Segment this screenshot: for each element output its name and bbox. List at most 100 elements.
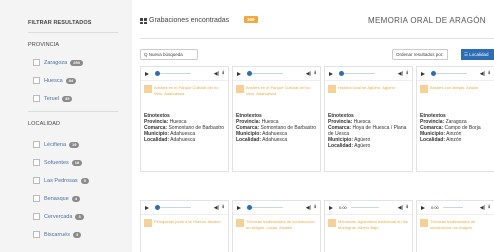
checkbox[interactable] — [33, 95, 40, 102]
checkbox[interactable] — [33, 195, 40, 202]
recording-card: ◀) ⭳ Arnales en el Parque Cultural del r… — [232, 66, 321, 172]
filter-label: Teruel — [44, 95, 59, 102]
filter-label: Sofuentes — [44, 159, 69, 166]
seek-thumb[interactable] — [339, 71, 344, 76]
play-icon[interactable] — [237, 205, 241, 210]
thumbnail-icon — [236, 85, 244, 93]
filter-province-huesca[interactable]: Huesca 84 — [33, 76, 77, 85]
checkbox[interactable] — [33, 159, 40, 166]
thumbnail-icon — [420, 85, 428, 93]
card-meta: Etnotextos Provincia: Huesca Comarca: So… — [144, 113, 228, 143]
play-icon[interactable] — [329, 71, 333, 76]
play-icon[interactable] — [421, 71, 425, 76]
download-icon[interactable]: ⭳ — [314, 70, 316, 78]
filter-sidebar: FILTRAR RESULTADOS PROVINCIA Zaragoza 25… — [0, 0, 132, 252]
volume-icon[interactable]: ◀) — [398, 205, 404, 211]
volume-icon[interactable]: ◀) — [214, 71, 220, 77]
card-title-link[interactable]: Historia local de Agüero. Agüero — [338, 85, 410, 91]
seek-bar[interactable] — [155, 205, 191, 210]
download-icon[interactable]: ⭳ — [222, 204, 224, 212]
volume-icon[interactable]: ◀) — [214, 205, 220, 211]
audio-player: ◀) ⭳ — [417, 67, 494, 81]
sort-label: Ordenar resultados por: — [392, 49, 448, 60]
seek-bar[interactable] — [247, 205, 283, 210]
volume-icon[interactable]: ◀) — [480, 205, 486, 211]
checkbox[interactable] — [33, 231, 40, 238]
filter-locality-3[interactable]: Benasque 4 — [33, 194, 81, 203]
thumbnail-icon — [144, 85, 152, 93]
thumbnail-icon — [144, 219, 152, 227]
card-title-link[interactable]: Arnales con abejas. Ainzón — [430, 85, 492, 91]
recording-card: ◀) ⭳ Técnicas tradicionales de construcc… — [232, 200, 321, 252]
checkbox[interactable] — [33, 141, 40, 148]
thumbnail-icon — [236, 219, 244, 227]
count-badge: 3 — [75, 213, 84, 220]
seek-bar[interactable] — [247, 71, 283, 76]
localidad-label: Localidad: — [328, 143, 354, 149]
filter-locality-2[interactable]: Las Pedrosas 5 — [33, 176, 89, 185]
seek-bar[interactable] — [350, 207, 379, 208]
download-icon[interactable]: ⭳ — [406, 70, 408, 78]
card-title-link[interactable]: Arnales en el Parque Cultural del río Ve… — [154, 85, 226, 96]
checkbox[interactable] — [33, 77, 40, 84]
seek-bar[interactable] — [431, 71, 467, 76]
card-meta: Etnotextos Provincia: Zaragoza Comarca: … — [420, 113, 494, 143]
play-icon[interactable] — [237, 71, 241, 76]
seek-thumb[interactable] — [247, 205, 252, 210]
count-badge: 19 — [69, 141, 80, 148]
card-title-link[interactable]: Técnicas tradicionales de construcción e… — [430, 219, 492, 230]
localidad-value: Adahuesca — [170, 137, 196, 143]
filter-province-teruel[interactable]: Teruel 35 — [33, 94, 73, 103]
seek-bar[interactable] — [339, 71, 375, 76]
volume-icon[interactable]: ◀) — [306, 205, 312, 211]
volume-icon[interactable]: ◀) — [398, 71, 404, 77]
audio-player: ◀) ⭳ — [233, 201, 320, 215]
site-title: MEMORIA ORAL DE ARAGÓN — [368, 16, 486, 25]
seek-bar[interactable] — [442, 207, 463, 208]
filter-label: Lécifiena — [44, 141, 67, 148]
play-icon[interactable] — [329, 205, 333, 210]
checkbox[interactable] — [33, 177, 40, 184]
download-icon[interactable]: ⭳ — [488, 70, 490, 78]
volume-icon[interactable]: ◀) — [480, 71, 486, 77]
download-icon[interactable]: ⭳ — [406, 204, 408, 212]
filter-locality-1[interactable]: Sofuentes 18 — [33, 158, 83, 167]
filter-locality-4[interactable]: Cervercada 3 — [33, 212, 84, 221]
grid-icon — [140, 18, 147, 24]
filter-locality-5[interactable]: Biscarrués 3 — [33, 230, 82, 239]
download-icon[interactable]: ⭳ — [222, 70, 224, 78]
thumbnail-icon — [328, 85, 336, 93]
seek-thumb[interactable] — [431, 71, 436, 76]
divider — [28, 111, 118, 112]
checkbox[interactable] — [33, 213, 40, 220]
checkbox[interactable] — [33, 59, 40, 66]
card-title-link[interactable]: Técnicas tradicionales de construcción e… — [246, 219, 318, 230]
divider — [140, 38, 494, 39]
count-badge: 4 — [71, 195, 81, 202]
card-title-link[interactable]: Memorias. Agricultura tradicional en los… — [338, 219, 410, 230]
play-icon[interactable] — [145, 205, 149, 210]
download-icon[interactable]: ⭳ — [488, 204, 490, 212]
audio-player: ◀) ⭳ — [325, 67, 412, 81]
seek-bar[interactable] — [155, 71, 191, 76]
new-search-button[interactable]: Q Nueva búsqueda — [140, 49, 198, 60]
play-icon[interactable] — [421, 205, 425, 210]
recording-card: ◀) ⭳ Arnales con abejas. Ainzón Etnotext… — [416, 66, 494, 172]
sort-select[interactable]: ☰ Localidad — [461, 49, 494, 60]
filter-locality-0[interactable]: Lécifiena 19 — [33, 140, 80, 149]
filter-label: Cervercada — [44, 213, 73, 220]
seek-thumb[interactable] — [155, 205, 160, 210]
seek-thumb[interactable] — [155, 71, 160, 76]
card-title-link[interactable]: Peluqueras junto a la Huerva. Alcalén — [154, 219, 226, 225]
results-count-badge: 369 — [244, 16, 258, 23]
play-icon[interactable] — [145, 71, 149, 76]
seek-thumb[interactable] — [247, 71, 252, 76]
card-title-link[interactable]: Arnales en el Parque Cultural del río Ve… — [246, 85, 318, 96]
volume-icon[interactable]: ◀) — [306, 71, 312, 77]
audio-player: 0:00 ◀) ⭳ — [417, 201, 494, 215]
filter-province-zaragoza[interactable]: Zaragoza 250 — [33, 58, 83, 67]
time-display: 0:00 — [431, 205, 439, 210]
time-display: 0:00 — [339, 205, 347, 210]
download-icon[interactable]: ⭳ — [314, 204, 316, 212]
province-section-title: PROVINCIA — [28, 42, 60, 48]
